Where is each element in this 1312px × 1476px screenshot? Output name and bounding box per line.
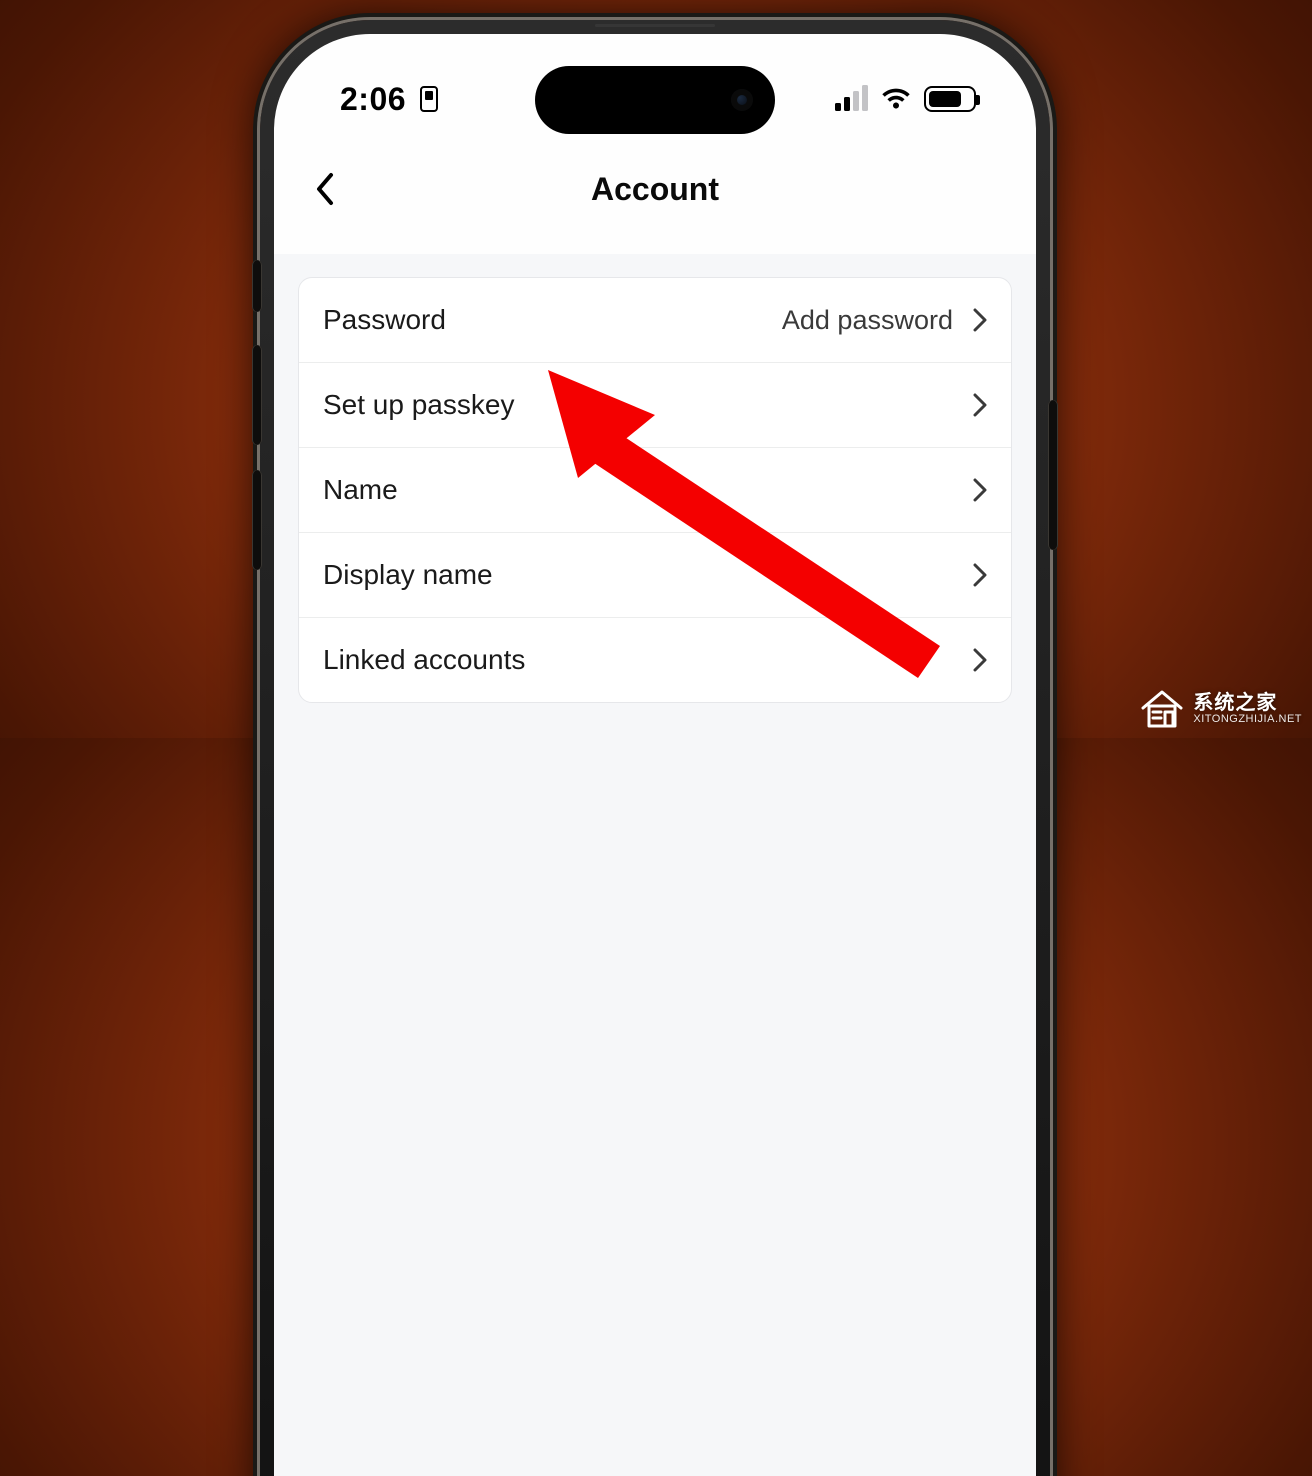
row-label: Display name	[323, 559, 973, 591]
chevron-right-icon	[973, 478, 987, 502]
power-button	[1048, 400, 1058, 550]
chevron-right-icon	[973, 393, 987, 417]
silent-switch	[252, 260, 262, 312]
row-value: Add password	[782, 305, 953, 336]
wifi-icon	[880, 87, 912, 111]
phone-screen: 2:06	[274, 34, 1036, 1476]
chevron-right-icon	[973, 308, 987, 332]
row-label: Password	[323, 304, 782, 336]
volume-up-button	[252, 345, 262, 445]
back-button[interactable]	[308, 172, 342, 206]
dynamic-island	[535, 66, 775, 134]
nav-bar: Account	[274, 154, 1036, 224]
battery-icon	[924, 86, 976, 112]
chevron-right-icon	[973, 648, 987, 672]
watermark: 系统之家 XITONGZHIJIA.NET	[1139, 686, 1302, 732]
display-name-row[interactable]: Display name	[299, 533, 1011, 618]
settings-list: Password Add password Set up passkey	[298, 277, 1012, 703]
linked-accounts-row[interactable]: Linked accounts	[299, 618, 1011, 702]
watermark-text: 系统之家 XITONGZHIJIA.NET	[1193, 693, 1302, 726]
sim-card-icon	[420, 86, 438, 112]
row-label: Linked accounts	[323, 644, 973, 676]
phone-frame: 2:06	[260, 20, 1050, 1476]
content-area: Password Add password Set up passkey	[274, 254, 1036, 1476]
set-up-passkey-row[interactable]: Set up passkey	[299, 363, 1011, 448]
row-label: Name	[323, 474, 973, 506]
watermark-domain: XITONGZHIJIA.NET	[1193, 714, 1302, 726]
password-row[interactable]: Password Add password	[299, 278, 1011, 363]
row-label: Set up passkey	[323, 389, 973, 421]
name-row[interactable]: Name	[299, 448, 1011, 533]
page-title: Account	[591, 171, 719, 208]
volume-down-button	[252, 470, 262, 570]
watermark-brand: 系统之家	[1193, 693, 1302, 714]
status-bar-left: 2:06	[340, 81, 438, 118]
status-bar-right	[835, 86, 976, 112]
watermark-logo-icon	[1139, 686, 1185, 732]
cellular-signal-icon	[835, 87, 868, 111]
status-time: 2:06	[340, 81, 406, 118]
chevron-right-icon	[973, 563, 987, 587]
